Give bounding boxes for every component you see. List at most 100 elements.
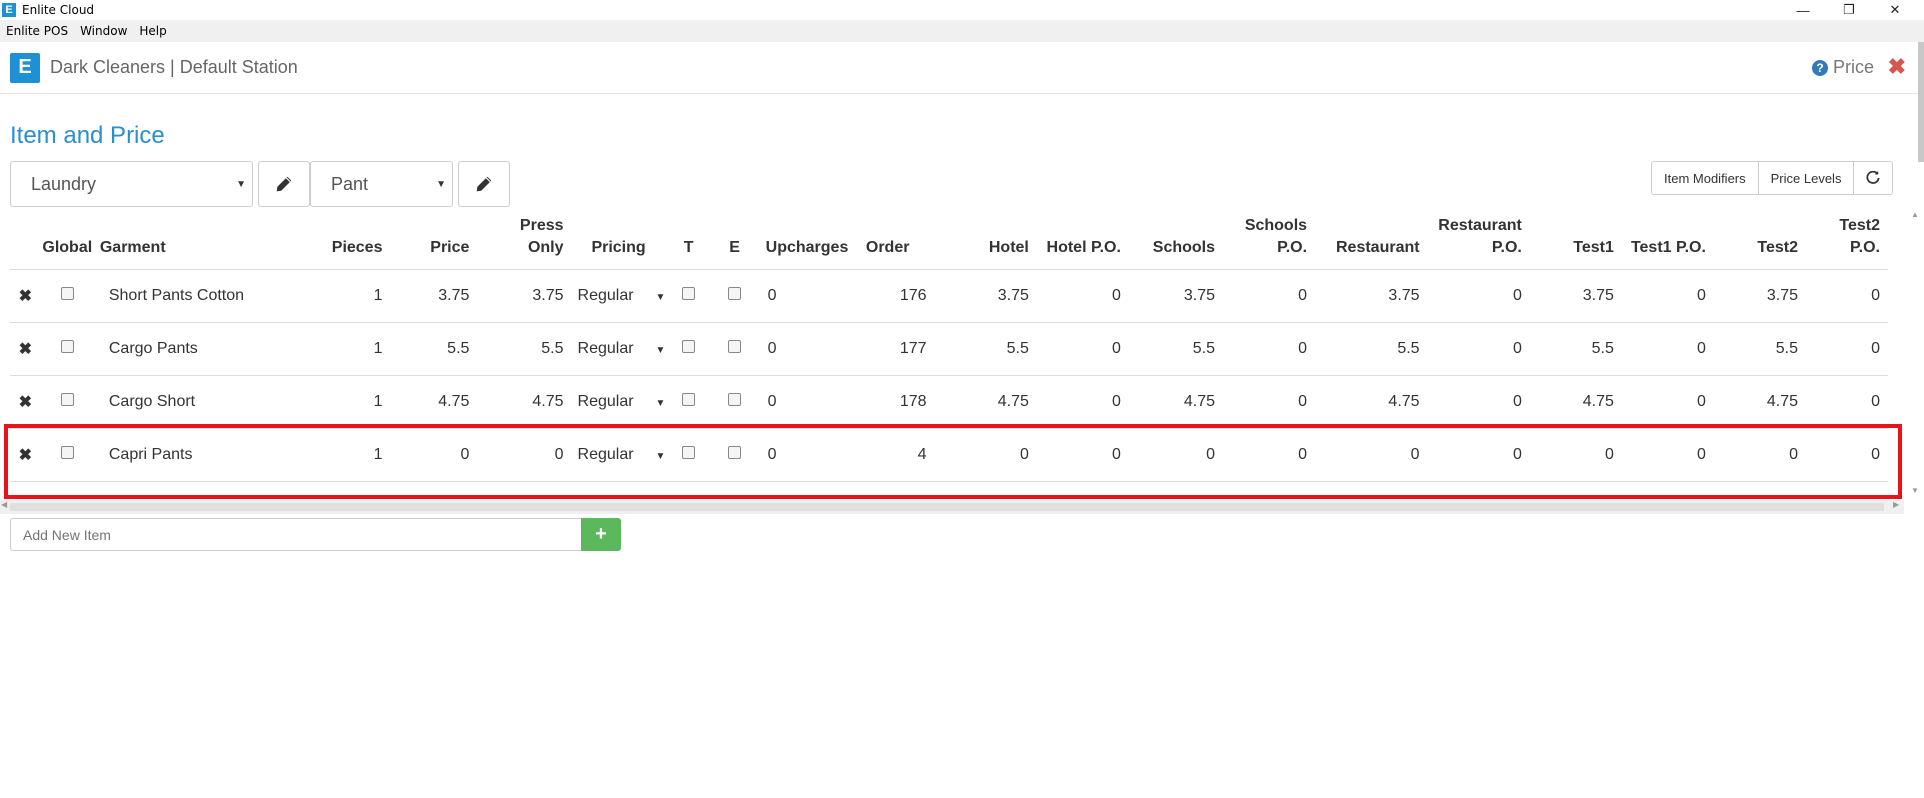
cell-restaurant[interactable]: 3.75 xyxy=(1315,269,1428,323)
cell-hotel[interactable]: 3.75 xyxy=(934,269,1037,323)
cell-schools[interactable]: 4.75 xyxy=(1128,375,1223,429)
global-checkbox[interactable] xyxy=(60,392,74,406)
menu-enlite-pos[interactable]: Enlite POS xyxy=(6,24,68,38)
t-checkbox[interactable] xyxy=(682,286,696,300)
delete-row-icon[interactable]: ✖ xyxy=(10,428,41,482)
cell-test2-po[interactable]: 0 xyxy=(1805,428,1888,482)
page-scrollbar[interactable] xyxy=(1918,42,1924,798)
cell-hotel-po[interactable]: 0 xyxy=(1036,322,1129,376)
cell-pricing[interactable]: Regular ▼ xyxy=(571,269,666,323)
cell-test1[interactable]: 0 xyxy=(1529,428,1622,482)
cell-order[interactable]: 178 xyxy=(857,375,935,429)
cell-upcharges-link[interactable]: 0 xyxy=(757,269,858,323)
cell-garment[interactable]: Capri Pants xyxy=(93,428,278,482)
minimize-button[interactable]: — xyxy=(1780,0,1826,20)
cell-test2-po[interactable]: 0 xyxy=(1805,269,1888,323)
cell-upcharges-link[interactable]: 0 xyxy=(757,375,858,429)
cell-hotel-po[interactable]: 0 xyxy=(1036,428,1129,482)
delete-row-icon[interactable]: ✖ xyxy=(10,269,41,323)
global-checkbox[interactable] xyxy=(60,445,74,459)
t-checkbox[interactable] xyxy=(682,445,696,459)
cell-upcharges-link[interactable]: 0 xyxy=(757,322,858,376)
cell-hotel[interactable]: 5.5 xyxy=(934,322,1037,376)
cell-test2[interactable]: 3.75 xyxy=(1713,269,1806,323)
cell-restaurant-po[interactable]: 0 xyxy=(1427,269,1530,323)
cell-pieces[interactable]: 1 xyxy=(277,375,391,429)
cell-test2-po[interactable]: 0 xyxy=(1805,322,1888,376)
restore-button[interactable]: ❐ xyxy=(1826,0,1872,20)
cell-pricing[interactable]: Regular ▼ xyxy=(571,375,666,429)
cell-test2[interactable]: 5.5 xyxy=(1713,322,1806,376)
cell-test1[interactable]: 5.5 xyxy=(1529,322,1622,376)
window-close-button[interactable]: ✕ xyxy=(1872,0,1918,20)
cell-restaurant-po[interactable]: 0 xyxy=(1427,375,1530,429)
cell-restaurant-po[interactable]: 0 xyxy=(1427,322,1530,376)
cell-press-only[interactable]: 0 xyxy=(477,428,572,482)
cell-schools-po[interactable]: 0 xyxy=(1223,428,1316,482)
cell-restaurant[interactable]: 0 xyxy=(1315,428,1428,482)
cell-restaurant-po[interactable]: 0 xyxy=(1427,428,1530,482)
cell-restaurant[interactable]: 5.5 xyxy=(1315,322,1428,376)
cell-pricing[interactable]: Regular ▼ xyxy=(571,322,666,376)
t-checkbox[interactable] xyxy=(682,339,696,353)
global-checkbox[interactable] xyxy=(60,339,74,353)
cell-order[interactable]: 176 xyxy=(857,269,935,323)
t-checkbox[interactable] xyxy=(682,392,696,406)
cell-price[interactable]: 0 xyxy=(390,428,478,482)
cell-price[interactable]: 4.75 xyxy=(390,375,478,429)
subcategory-select[interactable]: Pant ▼ xyxy=(310,161,453,207)
cell-test2-po[interactable]: 0 xyxy=(1805,375,1888,429)
page-scroll-thumb[interactable] xyxy=(1918,42,1924,162)
table-horizontal-scrollbar[interactable]: ◀ ▶ xyxy=(0,500,1904,514)
cell-pieces[interactable]: 1 xyxy=(277,269,391,323)
cell-test2[interactable]: 4.75 xyxy=(1713,375,1806,429)
cell-test1-po[interactable]: 0 xyxy=(1621,428,1714,482)
cell-upcharges-link[interactable]: 0 xyxy=(757,428,858,482)
enlite-logo[interactable]: E xyxy=(10,52,40,83)
edit-subcategory-button[interactable] xyxy=(458,161,510,207)
category-select[interactable]: Laundry ▼ xyxy=(10,161,253,207)
cell-price[interactable]: 5.5 xyxy=(390,322,478,376)
cell-test1-po[interactable]: 0 xyxy=(1621,375,1714,429)
add-new-item-input[interactable] xyxy=(10,518,582,551)
e-checkbox[interactable] xyxy=(728,445,742,459)
cell-order[interactable]: 4 xyxy=(857,428,935,482)
cell-test1-po[interactable]: 0 xyxy=(1621,322,1714,376)
cell-pieces[interactable]: 1 xyxy=(277,322,391,376)
cell-order[interactable]: 177 xyxy=(857,322,935,376)
cell-hotel-po[interactable]: 0 xyxy=(1036,375,1129,429)
cell-restaurant[interactable]: 4.75 xyxy=(1315,375,1428,429)
cell-test2[interactable]: 0 xyxy=(1713,428,1806,482)
e-checkbox[interactable] xyxy=(728,392,742,406)
cell-schools-po[interactable]: 0 xyxy=(1223,375,1316,429)
menu-help[interactable]: Help xyxy=(139,24,166,38)
cell-press-only[interactable]: 4.75 xyxy=(477,375,572,429)
delete-row-icon[interactable]: ✖ xyxy=(10,322,41,376)
cell-hotel-po[interactable]: 0 xyxy=(1036,269,1129,323)
scroll-right-icon[interactable]: ▶ xyxy=(1893,500,1899,509)
cell-schools[interactable]: 5.5 xyxy=(1128,322,1223,376)
cell-garment[interactable]: Cargo Short xyxy=(93,375,278,429)
price-levels-button[interactable]: Price Levels xyxy=(1757,161,1855,195)
item-modifiers-button[interactable]: Item Modifiers xyxy=(1651,161,1759,195)
cell-press-only[interactable]: 3.75 xyxy=(477,269,572,323)
cell-garment[interactable]: Short Pants Cotton xyxy=(93,269,278,323)
cell-schools[interactable]: 0 xyxy=(1128,428,1223,482)
cell-schools-po[interactable]: 0 xyxy=(1223,322,1316,376)
cell-schools-po[interactable]: 0 xyxy=(1223,269,1316,323)
cell-press-only[interactable]: 5.5 xyxy=(477,322,572,376)
scroll-left-icon[interactable]: ◀ xyxy=(1,500,7,509)
cell-test1[interactable]: 4.75 xyxy=(1529,375,1622,429)
help-price[interactable]: ? Price xyxy=(1811,57,1874,78)
close-icon[interactable]: ✖ xyxy=(1888,54,1906,80)
cell-pricing[interactable]: Regular ▼ xyxy=(571,428,666,482)
e-checkbox[interactable] xyxy=(728,286,742,300)
cell-garment[interactable]: Cargo Pants xyxy=(93,322,278,376)
cell-test1-po[interactable]: 0 xyxy=(1621,269,1714,323)
cell-pieces[interactable]: 1 xyxy=(277,428,391,482)
cell-hotel[interactable]: 0 xyxy=(934,428,1037,482)
delete-row-icon[interactable]: ✖ xyxy=(10,375,41,429)
add-item-button[interactable]: + xyxy=(581,518,621,551)
refresh-button[interactable] xyxy=(1853,161,1894,195)
e-checkbox[interactable] xyxy=(728,339,742,353)
